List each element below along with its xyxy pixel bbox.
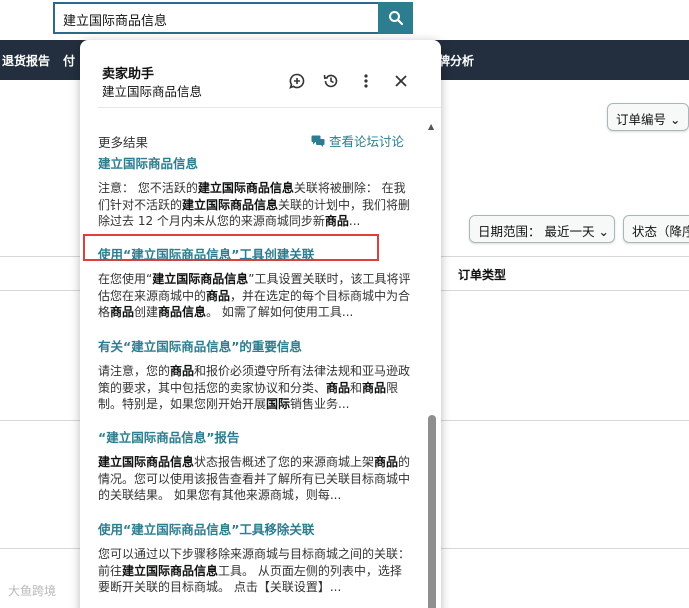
snippet-segment: 商品 xyxy=(362,380,387,395)
watermark: 大鱼跨境 xyxy=(8,584,57,598)
snippet-segment: 请注意，您的 xyxy=(98,364,171,378)
more-results-label: 更多结果 xyxy=(98,135,149,150)
search-icon xyxy=(388,11,403,26)
snippet-segment: ... xyxy=(348,214,361,228)
snippet-segment: 商品 xyxy=(326,380,351,395)
nav-item-brand-analytics[interactable]: 牌分析 xyxy=(438,52,474,69)
nav-item-payments[interactable]: 付 xyxy=(63,52,75,69)
nav-item-return-report[interactable]: 退货报告 xyxy=(2,52,50,69)
snippet-segment: 销售业务... xyxy=(290,397,350,411)
snippet-segment: 商品信息 xyxy=(158,305,207,319)
top-search-bar: 建立国际商品信息 xyxy=(0,0,689,40)
history-button[interactable] xyxy=(320,70,342,92)
scrollbar-thumb[interactable] xyxy=(428,415,436,608)
snippet-segment: 商品 xyxy=(374,455,399,469)
snippet-segment: 在您使用“ xyxy=(98,272,153,286)
snippet-segment: 建立国际商品信息 xyxy=(182,197,279,212)
snippet-segment: 商品 xyxy=(170,364,195,378)
panel-subtitle: 建立国际商品信息 xyxy=(102,84,203,99)
order-type-column-header: 订单类型 xyxy=(458,268,507,282)
snippet-segment: 。 如需了解如何使用工具... xyxy=(206,305,354,319)
view-forum-link[interactable]: 查看论坛讨论 xyxy=(311,131,404,150)
order-number-select-label: 订单编号 xyxy=(616,112,667,127)
result-item: 建立国际商品信息 注意： 您不活跃的建立国际商品信息关联将被删除： 在我们针对不… xyxy=(98,156,413,230)
snippet-segment: 建立国际商品信息 xyxy=(197,181,294,195)
status-sort-select-label: 状态（降序 xyxy=(632,224,689,239)
result-title-link[interactable]: 使用“建立国际商品信息”工具创建关联 xyxy=(98,247,413,263)
forum-icon xyxy=(311,135,325,147)
result-snippet: 注意： 您不活跃的建立国际商品信息关联将被删除： 在我们针对不活跃的建立国际商品… xyxy=(98,180,413,230)
result-item: 使用“建立国际商品信息”工具移除关联 您可以通过以下步骤移除来源商城与目标商城之… xyxy=(98,522,413,596)
close-icon xyxy=(395,75,407,87)
view-forum-link-label: 查看论坛讨论 xyxy=(329,134,405,149)
search-input[interactable]: 建立国际商品信息 xyxy=(53,2,379,34)
seller-assistant-panel: 卖家助手 建立国际商品信息 更多结果 查看论坛讨论 建立国际商品信息 注意： 您… xyxy=(80,40,441,608)
snippet-segment: 商品 xyxy=(206,288,231,303)
history-icon xyxy=(323,74,338,88)
snippet-segment: 状态报告概述了您的来源商城上架 xyxy=(194,455,375,469)
result-item: 使用“建立国际商品信息”工具创建关联 在您使用“建立国际商品信息”工具设置关联时… xyxy=(98,247,413,321)
result-title-link[interactable]: 建立国际商品信息 xyxy=(98,156,413,172)
date-range-select[interactable]: 日期范围： 最近一天 ⌄ xyxy=(469,215,615,243)
snippet-segment: 建立国际商品信息 xyxy=(98,455,195,469)
date-range-select-label: 日期范围： 最近一天 xyxy=(478,224,595,239)
result-snippet: 请注意，您的商品和报价必须遵守所有法律法规和亚马逊政策的要求，其中包括您的卖家协… xyxy=(98,363,413,413)
result-snippet: 建立国际商品信息状态报告概述了您的来源商城上架商品的情况。您可以使用该报告查看并… xyxy=(98,454,413,504)
more-vertical-icon xyxy=(364,74,368,88)
snippet-segment: 商品 xyxy=(324,214,349,228)
result-snippet: 在您使用“建立国际商品信息”工具设置关联时，该工具将评估您在来源商城中的商品，并… xyxy=(98,271,413,321)
result-item: 有关“建立国际商品信息”的重要信息 请注意，您的商品和报价必须遵守所有法律法规和… xyxy=(98,339,413,413)
order-number-select[interactable]: 订单编号 ⌄ xyxy=(607,103,689,131)
result-snippet: 您可以通过以下步骤移除来源商城与目标商城之间的关联： 前往建立国际商品信息工具。… xyxy=(98,546,413,596)
header-divider xyxy=(98,107,441,108)
snippet-segment: 国际 xyxy=(266,397,291,411)
result-title-link[interactable]: “建立国际商品信息”报告 xyxy=(98,430,413,446)
add-chat-icon xyxy=(289,73,305,89)
snippet-segment: 建立国际商品信息 xyxy=(122,563,219,578)
status-sort-select[interactable]: 状态（降序 xyxy=(623,215,689,243)
more-options-button[interactable] xyxy=(355,70,377,92)
close-panel-button[interactable] xyxy=(390,70,412,92)
panel-title: 卖家助手 xyxy=(102,67,155,82)
snippet-segment: 和 xyxy=(350,380,363,395)
result-item: “建立国际商品信息”报告 建立国际商品信息状态报告概述了您的来源商城上架商品的情… xyxy=(98,430,413,504)
search-button[interactable] xyxy=(378,2,413,34)
snippet-segment: 创建 xyxy=(134,305,159,319)
result-title-link[interactable]: 使用“建立国际商品信息”工具移除关联 xyxy=(98,522,413,538)
new-chat-button[interactable] xyxy=(286,70,308,92)
snippet-segment: 建立国际商品信息 xyxy=(152,272,249,286)
result-title-link[interactable]: 有关“建立国际商品信息”的重要信息 xyxy=(98,339,413,355)
snippet-segment: 商品 xyxy=(110,305,135,319)
snippet-segment: 注意： 您不活跃的 xyxy=(98,181,198,195)
